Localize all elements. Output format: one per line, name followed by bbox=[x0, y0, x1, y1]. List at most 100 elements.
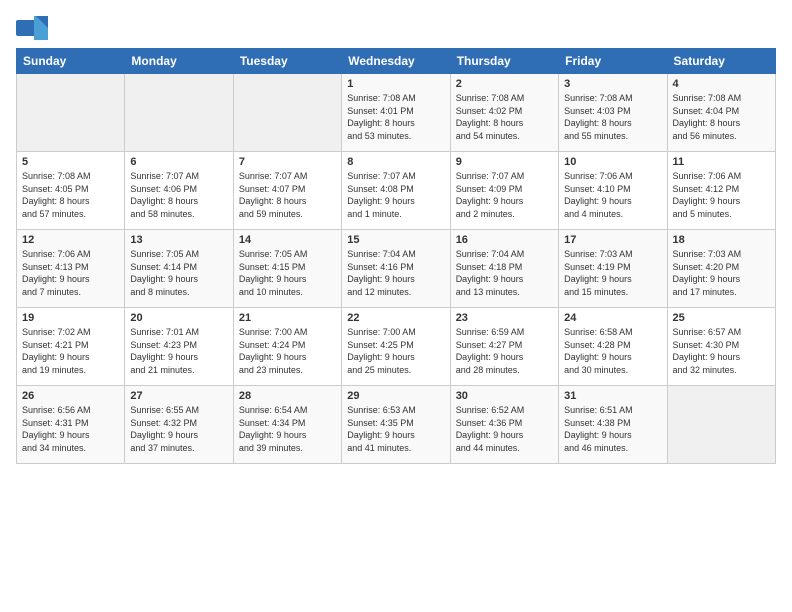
day-number: 16 bbox=[456, 234, 553, 246]
day-number: 26 bbox=[22, 390, 119, 402]
calendar-cell bbox=[125, 74, 233, 152]
page-header bbox=[16, 12, 776, 40]
calendar-cell: 18 Sunrise: 7:03 AM Sunset: 4:20 PM Dayli… bbox=[667, 230, 775, 308]
day-info: Sunrise: 7:04 AM Sunset: 4:16 PM Dayligh… bbox=[347, 248, 444, 298]
day-number: 28 bbox=[239, 390, 336, 402]
day-number: 19 bbox=[22, 312, 119, 324]
col-sunday: Sunday bbox=[17, 49, 125, 74]
day-info: Sunrise: 7:02 AM Sunset: 4:21 PM Dayligh… bbox=[22, 326, 119, 376]
day-info: Sunrise: 6:56 AM Sunset: 4:31 PM Dayligh… bbox=[22, 404, 119, 454]
col-thursday: Thursday bbox=[450, 49, 558, 74]
day-number: 12 bbox=[22, 234, 119, 246]
col-tuesday: Tuesday bbox=[233, 49, 341, 74]
calendar-cell: 6Sunrise: 7:07 AM Sunset: 4:06 PM Daylig… bbox=[125, 152, 233, 230]
day-info: Sunrise: 7:07 AM Sunset: 4:06 PM Dayligh… bbox=[130, 170, 227, 220]
calendar-cell: 20Sunrise: 7:01 AM Sunset: 4:23 PM Dayli… bbox=[125, 308, 233, 386]
weekday-row: Sunday Monday Tuesday Wednesday Thursday… bbox=[17, 49, 776, 74]
day-info: Sunrise: 6:55 AM Sunset: 4:32 PM Dayligh… bbox=[130, 404, 227, 454]
day-info: Sunrise: 7:07 AM Sunset: 4:08 PM Dayligh… bbox=[347, 170, 444, 220]
day-number: 31 bbox=[564, 390, 661, 402]
col-saturday: Saturday bbox=[667, 49, 775, 74]
day-info: Sunrise: 7:05 AM Sunset: 4:14 PM Dayligh… bbox=[130, 248, 227, 298]
day-info: Sunrise: 7:08 AM Sunset: 4:03 PM Dayligh… bbox=[564, 92, 661, 142]
calendar-cell: 11 Sunrise: 7:06 AM Sunset: 4:12 PM Dayli… bbox=[667, 152, 775, 230]
day-info: Sunrise: 6:57 AM Sunset: 4:30 PM Dayligh… bbox=[673, 326, 770, 376]
calendar: Sunday Monday Tuesday Wednesday Thursday… bbox=[16, 48, 776, 464]
day-info: Sunrise: 6:54 AM Sunset: 4:34 PM Dayligh… bbox=[239, 404, 336, 454]
calendar-week-1: 1Sunrise: 7:08 AM Sunset: 4:01 PM Daylig… bbox=[17, 74, 776, 152]
day-number: 13 bbox=[130, 234, 227, 246]
calendar-cell: 4 Sunrise: 7:08 AM Sunset: 4:04 PM Daylig… bbox=[667, 74, 775, 152]
logo-icon bbox=[16, 12, 44, 40]
calendar-cell: 26 Sunrise: 6:56 AM Sunset: 4:31 PM Dayli… bbox=[17, 386, 125, 464]
day-info: Sunrise: 7:05 AM Sunset: 4:15 PM Dayligh… bbox=[239, 248, 336, 298]
day-number: 8 bbox=[347, 156, 444, 168]
calendar-cell: 12 Sunrise: 7:06 AM Sunset: 4:13 PM Dayli… bbox=[17, 230, 125, 308]
day-number: 11 bbox=[673, 156, 770, 168]
day-number: 22 bbox=[347, 312, 444, 324]
calendar-cell: 19 Sunrise: 7:02 AM Sunset: 4:21 PM Dayli… bbox=[17, 308, 125, 386]
day-info: Sunrise: 7:07 AM Sunset: 4:07 PM Dayligh… bbox=[239, 170, 336, 220]
calendar-week-2: 5 Sunrise: 7:08 AM Sunset: 4:05 PM Daylig… bbox=[17, 152, 776, 230]
day-number: 29 bbox=[347, 390, 444, 402]
col-friday: Friday bbox=[559, 49, 667, 74]
calendar-cell: 31 Sunrise: 6:51 AM Sunset: 4:38 PM Dayli… bbox=[559, 386, 667, 464]
calendar-cell: 25Sunrise: 6:57 AM Sunset: 4:30 PM Dayli… bbox=[667, 308, 775, 386]
day-info: Sunrise: 7:04 AM Sunset: 4:18 PM Dayligh… bbox=[456, 248, 553, 298]
calendar-cell: 1Sunrise: 7:08 AM Sunset: 4:01 PM Daylig… bbox=[342, 74, 450, 152]
calendar-cell: 16 Sunrise: 7:04 AM Sunset: 4:18 PM Dayli… bbox=[450, 230, 558, 308]
day-number: 24 bbox=[564, 312, 661, 324]
calendar-cell bbox=[667, 386, 775, 464]
calendar-week-5: 26 Sunrise: 6:56 AM Sunset: 4:31 PM Dayli… bbox=[17, 386, 776, 464]
day-info: Sunrise: 6:59 AM Sunset: 4:27 PM Dayligh… bbox=[456, 326, 553, 376]
day-info: Sunrise: 7:00 AM Sunset: 4:25 PM Dayligh… bbox=[347, 326, 444, 376]
col-wednesday: Wednesday bbox=[342, 49, 450, 74]
calendar-cell: 29 Sunrise: 6:53 AM Sunset: 4:35 PM Dayli… bbox=[342, 386, 450, 464]
calendar-cell: 5 Sunrise: 7:08 AM Sunset: 4:05 PM Daylig… bbox=[17, 152, 125, 230]
calendar-cell: 22 Sunrise: 7:00 AM Sunset: 4:25 PM Dayli… bbox=[342, 308, 450, 386]
day-info: Sunrise: 7:03 AM Sunset: 4:19 PM Dayligh… bbox=[564, 248, 661, 298]
day-number: 2 bbox=[456, 78, 553, 90]
day-number: 5 bbox=[22, 156, 119, 168]
day-info: Sunrise: 7:06 AM Sunset: 4:12 PM Dayligh… bbox=[673, 170, 770, 220]
day-number: 20 bbox=[130, 312, 227, 324]
calendar-cell: 23 Sunrise: 6:59 AM Sunset: 4:27 PM Dayli… bbox=[450, 308, 558, 386]
calendar-cell: 28 Sunrise: 6:54 AM Sunset: 4:34 PM Dayli… bbox=[233, 386, 341, 464]
calendar-cell: 24Sunrise: 6:58 AM Sunset: 4:28 PM Dayli… bbox=[559, 308, 667, 386]
calendar-cell: 15Sunrise: 7:04 AM Sunset: 4:16 PM Dayli… bbox=[342, 230, 450, 308]
calendar-week-3: 12 Sunrise: 7:06 AM Sunset: 4:13 PM Dayli… bbox=[17, 230, 776, 308]
calendar-cell: 7 Sunrise: 7:07 AM Sunset: 4:07 PM Daylig… bbox=[233, 152, 341, 230]
day-number: 23 bbox=[456, 312, 553, 324]
day-number: 18 bbox=[673, 234, 770, 246]
day-info: Sunrise: 7:03 AM Sunset: 4:20 PM Dayligh… bbox=[673, 248, 770, 298]
day-info: Sunrise: 6:51 AM Sunset: 4:38 PM Dayligh… bbox=[564, 404, 661, 454]
day-number: 17 bbox=[564, 234, 661, 246]
day-info: Sunrise: 7:08 AM Sunset: 4:05 PM Dayligh… bbox=[22, 170, 119, 220]
calendar-cell: 9 Sunrise: 7:07 AM Sunset: 4:09 PM Daylig… bbox=[450, 152, 558, 230]
calendar-cell: 3Sunrise: 7:08 AM Sunset: 4:03 PM Daylig… bbox=[559, 74, 667, 152]
calendar-cell: 13 Sunrise: 7:05 AM Sunset: 4:14 PM Dayli… bbox=[125, 230, 233, 308]
day-info: Sunrise: 7:06 AM Sunset: 4:10 PM Dayligh… bbox=[564, 170, 661, 220]
day-number: 30 bbox=[456, 390, 553, 402]
day-number: 7 bbox=[239, 156, 336, 168]
day-info: Sunrise: 7:07 AM Sunset: 4:09 PM Dayligh… bbox=[456, 170, 553, 220]
day-info: Sunrise: 7:08 AM Sunset: 4:04 PM Dayligh… bbox=[673, 92, 770, 142]
day-number: 4 bbox=[673, 78, 770, 90]
day-info: Sunrise: 6:52 AM Sunset: 4:36 PM Dayligh… bbox=[456, 404, 553, 454]
calendar-cell bbox=[233, 74, 341, 152]
day-number: 21 bbox=[239, 312, 336, 324]
calendar-header: Sunday Monday Tuesday Wednesday Thursday… bbox=[17, 49, 776, 74]
page-container: Sunday Monday Tuesday Wednesday Thursday… bbox=[0, 0, 792, 472]
calendar-cell: 8 Sunrise: 7:07 AM Sunset: 4:08 PM Daylig… bbox=[342, 152, 450, 230]
day-info: Sunrise: 7:08 AM Sunset: 4:01 PM Dayligh… bbox=[347, 92, 444, 142]
day-number: 14 bbox=[239, 234, 336, 246]
calendar-cell: 2Sunrise: 7:08 AM Sunset: 4:02 PM Daylig… bbox=[450, 74, 558, 152]
day-number: 9 bbox=[456, 156, 553, 168]
day-info: Sunrise: 7:06 AM Sunset: 4:13 PM Dayligh… bbox=[22, 248, 119, 298]
calendar-cell: 17 Sunrise: 7:03 AM Sunset: 4:19 PM Dayli… bbox=[559, 230, 667, 308]
day-number: 10 bbox=[564, 156, 661, 168]
day-info: Sunrise: 6:53 AM Sunset: 4:35 PM Dayligh… bbox=[347, 404, 444, 454]
day-info: Sunrise: 7:00 AM Sunset: 4:24 PM Dayligh… bbox=[239, 326, 336, 376]
logo bbox=[16, 12, 48, 40]
calendar-cell: 27Sunrise: 6:55 AM Sunset: 4:32 PM Dayli… bbox=[125, 386, 233, 464]
